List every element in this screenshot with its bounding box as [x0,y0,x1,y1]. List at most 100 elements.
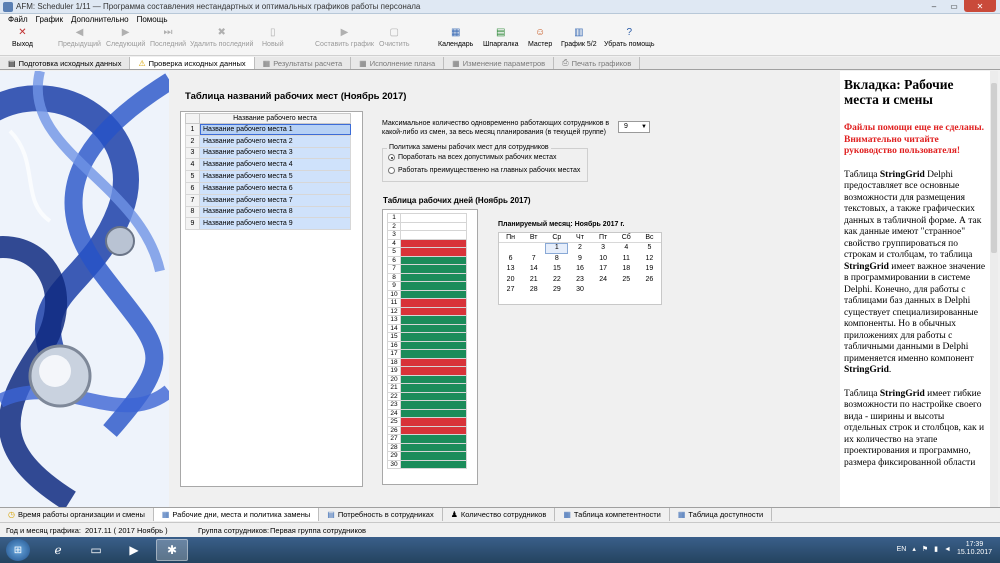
policy-option-main-places[interactable]: Работать преимущественно на главных рабо… [388,167,580,174]
calendar-day[interactable]: 11 [615,254,638,265]
day-row[interactable]: 18 [387,357,467,367]
workday-cell[interactable] [400,400,467,410]
tab-workdays-places[interactable]: ▦ Рабочие дни, места и политика замены [153,508,320,521]
workplace-name-cell[interactable]: Название рабочего места 7 [199,193,351,207]
compose-schedule-button[interactable]: ▶ Составить график [315,27,374,55]
cheatsheet-button[interactable]: ▤ Шпаргалка [483,27,518,55]
calendar-day[interactable]: 20 [499,275,522,286]
workday-cell[interactable] [400,408,467,418]
flag-icon[interactable]: ⚑ [922,545,928,553]
workplace-name-cell[interactable]: Название рабочего места 8 [199,205,351,219]
workday-cell[interactable] [400,374,467,384]
day-row[interactable]: 11 [387,298,467,308]
tab-check-data[interactable]: ⚠ Проверка исходных данных [130,57,255,69]
previous-button[interactable]: ◀ Предыдущий [58,27,101,55]
calendar-day[interactable]: 30 [568,285,591,296]
tray-up-arrow-icon[interactable]: ▴ [912,545,916,553]
workday-cell[interactable] [400,332,467,342]
dayoff-cell[interactable] [400,366,467,376]
calendar-day[interactable]: 8 [545,254,568,265]
workday-cell[interactable] [400,451,467,461]
calendar-day[interactable]: 14 [522,264,545,275]
day-row[interactable]: 7 [387,264,467,274]
network-icon[interactable]: ▮ [934,545,938,553]
menu-extra[interactable]: Дополнительно [67,14,133,26]
table-row[interactable]: 5 Название рабочего места 5 [185,170,351,183]
day-row[interactable]: 19 [387,366,467,376]
day-row[interactable]: 28 [387,442,467,452]
calendar-day[interactable]: 4 [615,243,638,254]
workplace-name-cell[interactable]: Название рабочего места 2 [199,134,351,148]
calendar-day[interactable]: 12 [638,254,661,265]
empty-day-cell[interactable] [400,213,467,223]
day-row[interactable]: 30 [387,459,467,469]
delete-last-button[interactable]: ✖ Удалить последний [190,27,253,55]
day-row[interactable]: 22 [387,391,467,401]
table-row[interactable]: 3 Название рабочего места 3 [185,146,351,160]
day-row[interactable]: 8 [387,272,467,282]
day-row[interactable]: 23 [387,400,467,410]
calendar-day[interactable]: 10 [592,254,615,265]
clock[interactable]: 17:39 15.10.2017 [957,541,992,557]
tab-staff-demand[interactable]: ▤ Потребность в сотрудниках [319,508,443,521]
dayoff-cell[interactable] [400,357,467,367]
table-row[interactable]: 8 Название рабочего места 8 [185,205,351,219]
day-row[interactable]: 4 [387,238,467,248]
day-row[interactable]: 16 [387,340,467,350]
workday-cell[interactable] [400,340,467,350]
policy-option-all-places[interactable]: Поработать на всех допустимых рабочих ме… [388,154,557,161]
maximize-button[interactable]: ▭ [944,0,964,12]
day-row[interactable]: 3 [387,230,467,240]
workday-cell[interactable] [400,459,467,469]
day-row[interactable]: 9 [387,281,467,291]
day-row[interactable]: 21 [387,383,467,393]
folder-icon[interactable]: ▭ [80,539,112,561]
workday-cell[interactable] [400,315,467,325]
calendar-day[interactable]: 7 [522,254,545,265]
workday-cell[interactable] [400,255,467,265]
workplace-name-cell[interactable]: Название рабочего места 6 [199,181,351,195]
workplace-name-cell[interactable]: Название рабочего места 3 [199,146,351,160]
tab-work-time[interactable]: ◷ Время работы организации и смены [0,508,154,521]
start-button[interactable]: ⊞ [6,539,30,561]
new-button[interactable]: ▯ Новый [262,27,284,55]
workplace-name-cell[interactable]: Название рабочего места 5 [199,170,351,183]
tab-availability[interactable]: ▦ Таблица доступности [670,508,773,521]
day-row[interactable]: 6 [387,255,467,265]
day-row[interactable]: 15 [387,332,467,342]
calendar-day[interactable]: 15 [545,264,568,275]
calendar-day[interactable]: 1 [545,243,569,254]
workday-cell[interactable] [400,391,467,401]
empty-day-cell[interactable] [400,221,467,231]
menu-schedule[interactable]: График [32,14,67,26]
empty-day-cell[interactable] [400,230,467,240]
table-row[interactable]: 6 Название рабочего места 6 [185,181,351,195]
menu-help[interactable]: Помощь [133,14,172,26]
calendar-day[interactable]: 2 [568,243,591,254]
day-row[interactable]: 14 [387,323,467,333]
tab-competence[interactable]: ▦ Таблица компетентности [555,508,670,521]
day-row[interactable]: 29 [387,451,467,461]
day-row[interactable]: 13 [387,315,467,325]
calendar-button[interactable]: ▦ Календарь [438,27,473,55]
calendar-day[interactable]: 27 [499,285,522,296]
schedule-52-button[interactable]: ▥ График 5/2 [561,27,597,55]
workday-cell[interactable] [400,281,467,291]
max-employees-select[interactable]: 9 ▼ [618,121,650,133]
minimize-button[interactable]: – [924,0,944,12]
workday-cell[interactable] [400,383,467,393]
workday-cell[interactable] [400,434,467,444]
hide-help-button[interactable]: ? Убрать помощь [604,27,655,55]
workday-cell[interactable] [400,323,467,333]
day-row[interactable]: 1 [387,213,467,223]
dayoff-cell[interactable] [400,238,467,248]
calendar-day[interactable]: 6 [499,254,522,265]
day-row[interactable]: 25 [387,417,467,427]
calendar-day[interactable]: 13 [499,264,522,275]
last-button[interactable]: ⏭ Последний [150,27,186,55]
workplace-name-cell[interactable]: Название рабочего места 4 [199,158,351,172]
dayoff-cell[interactable] [400,425,467,435]
tab-print[interactable]: ⎙ Печать графиков [554,57,641,69]
day-row[interactable]: 27 [387,434,467,444]
calendar-day[interactable]: 24 [592,275,615,286]
